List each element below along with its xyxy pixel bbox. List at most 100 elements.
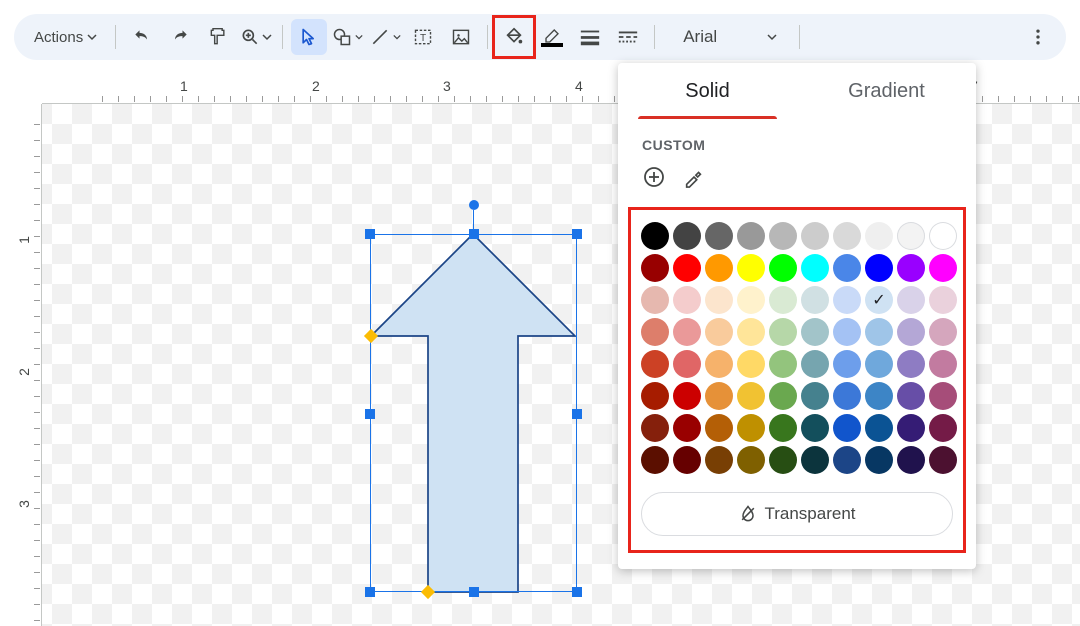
tab-solid[interactable]: Solid — [618, 63, 797, 119]
color-swatch[interactable] — [929, 382, 957, 410]
more-tools-button[interactable] — [1020, 19, 1056, 55]
color-swatch[interactable] — [833, 350, 861, 378]
line-tool-button[interactable] — [367, 19, 403, 55]
image-button[interactable] — [443, 19, 479, 55]
color-swatch[interactable] — [801, 414, 829, 442]
textbox-button[interactable]: T — [405, 19, 441, 55]
color-swatch[interactable] — [705, 446, 733, 474]
color-swatch[interactable] — [897, 414, 925, 442]
color-swatch[interactable] — [865, 222, 893, 250]
font-select[interactable]: Arial — [663, 19, 791, 55]
resize-handle-e[interactable] — [572, 409, 582, 419]
color-swatch[interactable] — [897, 318, 925, 346]
color-swatch[interactable] — [833, 382, 861, 410]
color-swatch[interactable] — [865, 254, 893, 282]
color-swatch[interactable] — [865, 382, 893, 410]
color-swatch[interactable] — [897, 286, 925, 314]
color-swatch[interactable] — [673, 318, 701, 346]
tab-gradient[interactable]: Gradient — [797, 63, 976, 119]
color-swatch[interactable] — [641, 350, 669, 378]
color-swatch[interactable] — [769, 286, 797, 314]
resize-handle-se[interactable] — [572, 587, 582, 597]
actions-menu-button[interactable]: Actions — [24, 19, 107, 55]
color-swatch[interactable] — [929, 446, 957, 474]
color-swatch[interactable] — [801, 350, 829, 378]
color-swatch[interactable] — [833, 414, 861, 442]
paint-format-button[interactable] — [200, 19, 236, 55]
color-swatch[interactable] — [833, 318, 861, 346]
color-swatch[interactable] — [897, 254, 925, 282]
color-swatch[interactable] — [833, 222, 861, 250]
color-swatch[interactable] — [641, 382, 669, 410]
color-swatch[interactable] — [769, 414, 797, 442]
color-swatch[interactable] — [673, 254, 701, 282]
color-swatch[interactable] — [673, 222, 701, 250]
color-swatch[interactable] — [897, 446, 925, 474]
color-swatch[interactable] — [673, 446, 701, 474]
color-swatch[interactable] — [801, 446, 829, 474]
color-swatch[interactable] — [801, 254, 829, 282]
color-swatch[interactable] — [769, 446, 797, 474]
color-swatch[interactable] — [737, 254, 765, 282]
resize-handle-ne[interactable] — [572, 229, 582, 239]
color-swatch[interactable] — [801, 286, 829, 314]
color-swatch[interactable] — [769, 254, 797, 282]
color-swatch[interactable] — [737, 350, 765, 378]
color-swatch[interactable] — [641, 446, 669, 474]
color-swatch[interactable] — [705, 254, 733, 282]
color-swatch[interactable] — [833, 286, 861, 314]
color-swatch[interactable] — [737, 318, 765, 346]
color-swatch[interactable] — [865, 318, 893, 346]
color-swatch[interactable] — [865, 446, 893, 474]
color-swatch[interactable] — [865, 414, 893, 442]
color-swatch[interactable] — [705, 382, 733, 410]
border-dash-button[interactable] — [610, 19, 646, 55]
color-swatch[interactable] — [673, 350, 701, 378]
fill-color-button[interactable] — [496, 19, 532, 55]
color-swatch[interactable] — [705, 414, 733, 442]
color-swatch[interactable] — [673, 286, 701, 314]
resize-handle-nw[interactable] — [365, 229, 375, 239]
resize-handle-s[interactable] — [469, 587, 479, 597]
color-swatch[interactable] — [673, 382, 701, 410]
select-tool-button[interactable] — [291, 19, 327, 55]
resize-handle-w[interactable] — [365, 409, 375, 419]
color-swatch[interactable] — [673, 414, 701, 442]
color-swatch[interactable] — [737, 414, 765, 442]
color-swatch[interactable] — [929, 286, 957, 314]
color-swatch[interactable] — [929, 222, 957, 250]
color-swatch[interactable] — [897, 350, 925, 378]
color-swatch[interactable] — [865, 286, 893, 314]
color-swatch[interactable] — [929, 350, 957, 378]
color-swatch[interactable] — [897, 222, 925, 250]
shape-tool-button[interactable] — [329, 19, 365, 55]
color-swatch[interactable] — [705, 350, 733, 378]
color-swatch[interactable] — [769, 382, 797, 410]
color-swatch[interactable] — [929, 254, 957, 282]
color-swatch[interactable] — [641, 222, 669, 250]
color-swatch[interactable] — [769, 350, 797, 378]
color-swatch[interactable] — [833, 254, 861, 282]
color-swatch[interactable] — [737, 222, 765, 250]
redo-button[interactable] — [162, 19, 198, 55]
color-swatch[interactable] — [737, 382, 765, 410]
color-swatch[interactable] — [641, 286, 669, 314]
color-swatch[interactable] — [705, 222, 733, 250]
color-swatch[interactable] — [737, 286, 765, 314]
color-swatch[interactable] — [769, 222, 797, 250]
border-weight-button[interactable] — [572, 19, 608, 55]
color-swatch[interactable] — [705, 286, 733, 314]
color-swatch[interactable] — [641, 414, 669, 442]
color-swatch[interactable] — [929, 318, 957, 346]
zoom-button[interactable] — [238, 19, 274, 55]
color-swatch[interactable] — [641, 318, 669, 346]
rotation-handle[interactable] — [469, 200, 479, 210]
border-color-button[interactable] — [534, 19, 570, 55]
color-swatch[interactable] — [737, 446, 765, 474]
color-swatch[interactable] — [897, 382, 925, 410]
color-swatch[interactable] — [801, 382, 829, 410]
color-swatch[interactable] — [865, 350, 893, 378]
color-swatch[interactable] — [833, 446, 861, 474]
transparent-button[interactable]: Transparent — [641, 492, 953, 536]
color-swatch[interactable] — [801, 318, 829, 346]
